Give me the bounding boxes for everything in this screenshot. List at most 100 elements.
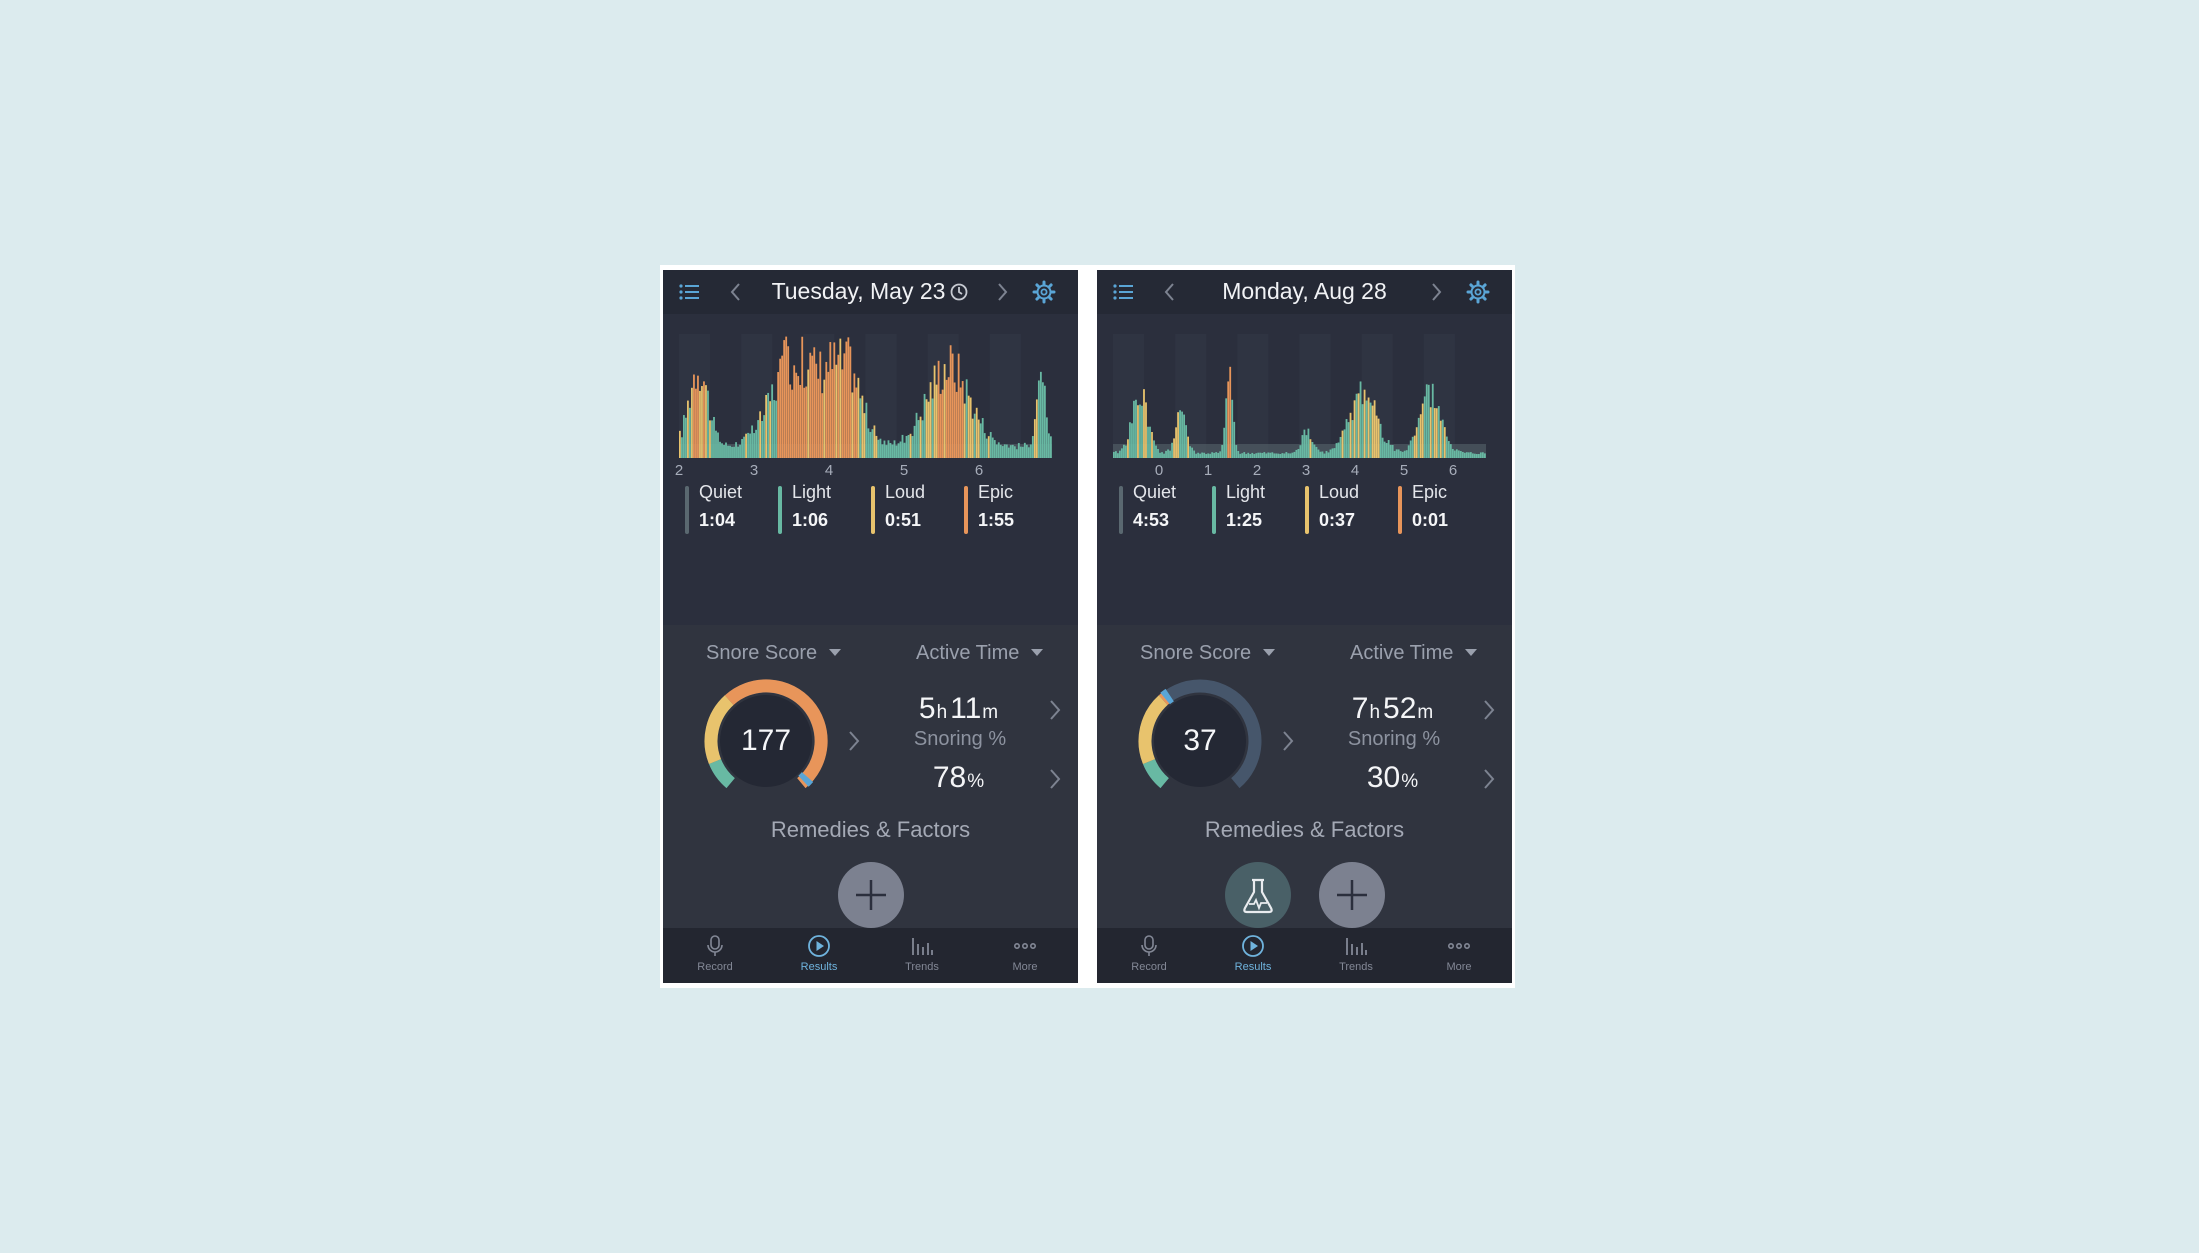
- snore-bar: [1447, 441, 1450, 458]
- tab-more[interactable]: More: [1414, 928, 1504, 983]
- tab-trends[interactable]: Trends: [1311, 928, 1401, 983]
- snore-bar: [1283, 453, 1286, 458]
- date-title: Monday, Aug 28: [1222, 278, 1387, 304]
- snore-bar: [813, 347, 816, 458]
- tab-trends[interactable]: Trends: [877, 928, 967, 983]
- snore-bar: [1163, 453, 1165, 458]
- snore-bar: [907, 435, 910, 458]
- snoring-percent-label: Snoring %: [913, 728, 1007, 750]
- tab-more[interactable]: More: [980, 928, 1070, 983]
- chevron-right-icon[interactable]: [1423, 279, 1449, 305]
- snore-bar: [1439, 420, 1442, 458]
- tab-results[interactable]: Results: [1208, 928, 1298, 983]
- snore-bar: [739, 444, 741, 458]
- x-tick: 3: [749, 462, 759, 479]
- add-remedy-button[interactable]: [1319, 862, 1385, 928]
- snore-bar: [919, 416, 922, 458]
- snore-bar: [1191, 447, 1194, 458]
- snore-bar: [745, 433, 747, 458]
- list-icon[interactable]: [1111, 279, 1137, 305]
- snore-timeline-chart: [1113, 334, 1486, 458]
- minutes-unit: m: [982, 702, 999, 723]
- gear-icon[interactable]: [1031, 279, 1057, 305]
- tab-record[interactable]: Record: [670, 928, 760, 983]
- snore-bar: [1193, 450, 1196, 458]
- legend-value: 0:51: [885, 510, 922, 530]
- snore-bar: [1161, 452, 1163, 458]
- snore-bar: [909, 433, 912, 458]
- snore-bar: [1041, 382, 1044, 458]
- snore-bar: [1151, 432, 1153, 458]
- snore-bar: [827, 371, 830, 458]
- snore-bar: [1279, 454, 1282, 458]
- play-icon: [808, 935, 830, 957]
- date-title: Tuesday, May 23: [733, 278, 1008, 305]
- snore-bar: [913, 425, 916, 458]
- snore-bar: [1291, 452, 1294, 458]
- legend-swatch: [1212, 486, 1216, 534]
- chevron-right-icon[interactable]: [1280, 729, 1296, 753]
- snore-bar: [1199, 453, 1202, 458]
- snore-bar: [721, 443, 723, 458]
- snore-bar: [1399, 451, 1402, 458]
- snore-bar: [1345, 419, 1348, 458]
- snore-bar: [941, 389, 944, 458]
- snore-score-gauge[interactable]: 177: [701, 676, 831, 806]
- tab-results[interactable]: Results: [774, 928, 864, 983]
- snore-bar: [681, 437, 683, 458]
- active-time-dropdown[interactable]: Active Time: [916, 642, 1044, 665]
- snore-bar: [1361, 404, 1364, 458]
- tab-record[interactable]: Record: [1104, 928, 1194, 983]
- chevron-right-icon[interactable]: [846, 729, 862, 753]
- snore-bar: [1341, 430, 1344, 458]
- snore-bar: [1481, 452, 1484, 458]
- legend-swatch: [1305, 486, 1309, 534]
- snore-bar: [1231, 399, 1234, 458]
- snore-bar: [959, 387, 962, 458]
- chevron-right-icon[interactable]: [1481, 698, 1497, 722]
- remedy-lab-button[interactable]: [1225, 862, 1291, 928]
- snore-bar: [685, 417, 687, 458]
- snore-bar: [1241, 453, 1244, 458]
- active-time-dropdown[interactable]: Active Time: [1350, 642, 1478, 665]
- snore-bar: [1373, 400, 1376, 458]
- snore-bar: [961, 381, 964, 458]
- chevron-right-icon[interactable]: [1047, 698, 1063, 722]
- snore-bar: [915, 412, 918, 458]
- gear-icon[interactable]: [1465, 279, 1491, 305]
- snore-bar: [883, 440, 886, 458]
- hours-value: 5: [918, 692, 936, 725]
- snore-bar: [1221, 445, 1224, 458]
- chevron-right-icon[interactable]: [989, 279, 1015, 305]
- snore-score-dropdown[interactable]: Snore Score: [1140, 642, 1276, 665]
- active-time-value: 5h 11m: [875, 692, 1045, 726]
- chevron-right-icon[interactable]: [1047, 767, 1063, 791]
- snore-bar: [781, 355, 784, 458]
- snore-score-dropdown[interactable]: Snore Score: [706, 642, 842, 665]
- snore-score-gauge[interactable]: 37: [1135, 676, 1265, 806]
- remedies-title: Remedies & Factors: [770, 817, 971, 842]
- x-tick: 1: [1203, 462, 1213, 479]
- legend-value: 1:04: [699, 510, 736, 530]
- snore-bar: [1295, 449, 1298, 458]
- snore-bar: [755, 429, 757, 458]
- snore-timeline-chart: [679, 334, 1052, 458]
- snore-bar: [1127, 439, 1129, 458]
- legend-value: 4:53: [1133, 510, 1170, 530]
- snore-bar: [1471, 453, 1474, 458]
- snore-bar: [1305, 435, 1308, 458]
- snore-bar: [1113, 451, 1115, 458]
- list-icon[interactable]: [677, 279, 703, 305]
- legend-swatch: [1119, 486, 1123, 534]
- percent-value: 30: [1366, 761, 1401, 794]
- snore-bar: [957, 353, 960, 458]
- snore-bar: [901, 434, 904, 458]
- snore-bar: [1285, 452, 1288, 458]
- tab-bar: Record Results Trends More: [1097, 928, 1512, 983]
- caret-down-icon: [1263, 649, 1276, 656]
- snore-bar: [1357, 393, 1360, 458]
- snore-bar: [1027, 447, 1030, 458]
- play-icon: [1242, 935, 1264, 957]
- add-remedy-button[interactable]: [838, 862, 904, 928]
- chevron-right-icon[interactable]: [1481, 767, 1497, 791]
